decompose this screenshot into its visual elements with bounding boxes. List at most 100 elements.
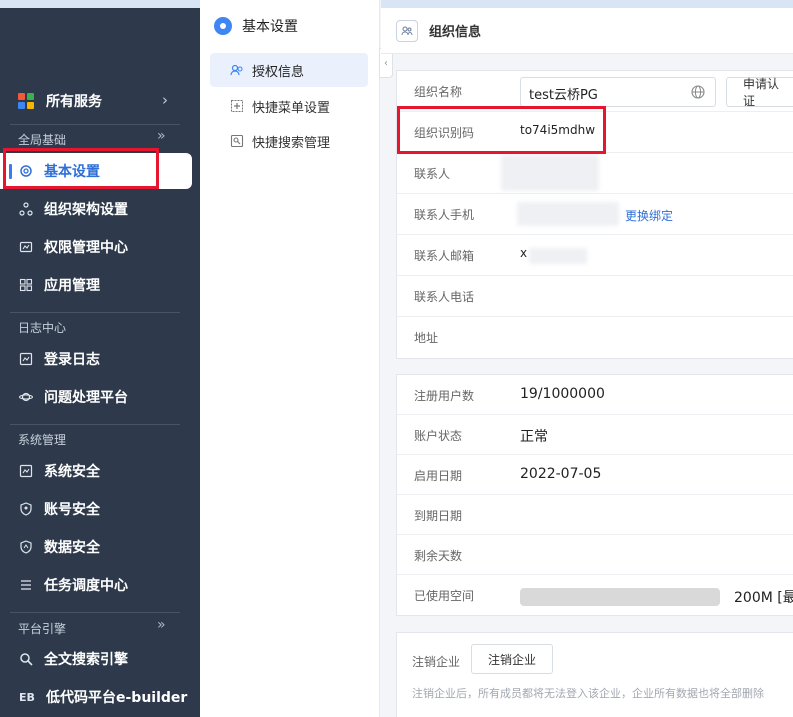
contact-row: 联系人	[397, 153, 793, 194]
contact-email-row: 联系人邮箱 x	[397, 235, 793, 276]
used-space-progress	[520, 588, 720, 606]
used-space-value: 200M [最	[734, 590, 793, 606]
account-status-row: 账户状态 正常	[397, 415, 793, 455]
address-label: 地址	[414, 331, 439, 345]
expire-date-label: 到期日期	[414, 509, 463, 523]
org-name-field[interactable]: test云桥PG	[520, 77, 716, 107]
sidebar-item-label: 组织架构设置	[44, 202, 128, 218]
sidebar-item-label: 系统安全	[44, 464, 100, 480]
cancel-org-card: 注销企业 注销企业 注销企业后，所有成员都将无法登入该企业，企业所有数据也将全部…	[396, 632, 793, 717]
account-status-label: 账户状态	[414, 429, 463, 443]
sidebar-item-permissions[interactable]: 权限管理中心	[0, 229, 192, 265]
sidebar-item-label: 账号安全	[44, 502, 100, 518]
divider	[10, 424, 180, 425]
cancel-org-note: 注销企业后，所有成员都将无法登入该企业，企业所有数据也将全部删除	[412, 687, 764, 700]
org-tree-icon	[18, 201, 34, 217]
chevron-right-icon: ›	[162, 91, 168, 109]
expire-date-row: 到期日期	[397, 495, 793, 535]
sidebar-item-account-security[interactable]: 账号安全	[0, 491, 192, 527]
divider	[10, 124, 180, 125]
highlight-box-org-code	[397, 106, 606, 154]
settings-subpanel: 基本设置 授权信息 快捷菜单设置 快捷搜索管理	[200, 0, 380, 717]
permission-icon	[18, 239, 34, 255]
apps-grid-icon	[18, 93, 34, 109]
content-top-strip	[381, 0, 793, 8]
shield-data-icon	[18, 539, 34, 555]
list-icon	[18, 577, 34, 593]
contact-tel-row: 联系人电话	[397, 276, 793, 317]
settings-icon	[214, 17, 232, 35]
globe-icon[interactable]	[691, 85, 705, 99]
highlight-box-basic-settings	[3, 148, 159, 189]
subpanel-item-label: 快捷菜单设置	[252, 100, 331, 116]
contact-phone-label: 联系人手机	[414, 208, 475, 222]
sidebar-item-app-management[interactable]: 应用管理	[0, 267, 192, 303]
divider	[10, 312, 180, 313]
search-box-icon	[230, 134, 244, 148]
org-info-icon	[396, 20, 418, 42]
subpanel-title: 基本设置	[242, 19, 298, 35]
used-space-row: 已使用空间 200M [最	[397, 575, 793, 616]
sidebar-item-label: 问题处理平台	[44, 390, 128, 406]
subpanel-item-label: 授权信息	[252, 64, 305, 80]
eb-icon: EB	[19, 690, 35, 704]
used-space-label: 已使用空间	[414, 589, 475, 603]
planet-icon	[18, 389, 34, 405]
contact-email-value: x	[520, 246, 528, 260]
sidebar-item-ebuilder[interactable]: EB 低代码平台e-builder	[0, 679, 192, 715]
contact-label: 联系人	[414, 167, 451, 181]
cancel-org-button[interactable]: 注销企业	[471, 644, 553, 674]
users-icon	[230, 63, 244, 77]
sidebar-item-label: 任务调度中心	[44, 578, 128, 594]
remaining-days-label: 剩余天数	[414, 549, 463, 563]
sidebar-item-system-security[interactable]: 系统安全	[0, 453, 192, 489]
main-sidebar: 所有服务 › 全局基础 » 基本设置 组织架构设置 权限管理中心 应用管理 日志…	[0, 0, 200, 717]
section-title-engines: 平台引擎	[18, 622, 67, 636]
section-title-logs: 日志中心	[18, 321, 67, 335]
sidebar-item-label: 登录日志	[44, 352, 100, 368]
content-header: 组织信息	[381, 8, 793, 54]
redacted-email	[529, 248, 587, 264]
sidebar-item-login-log[interactable]: 登录日志	[0, 341, 192, 377]
redacted-contact	[501, 155, 599, 191]
expand-section-icon[interactable]: »	[157, 617, 166, 633]
registered-users-value: 19/1000000	[520, 386, 605, 402]
app-grid-icon	[18, 277, 34, 293]
sidebar-item-data-security[interactable]: 数据安全	[0, 529, 192, 565]
chart-icon	[18, 351, 34, 367]
sidebar-item-task-scheduler[interactable]: 任务调度中心	[0, 567, 192, 603]
search-icon	[18, 651, 34, 667]
shield-user-icon	[18, 501, 34, 517]
sidebar-item-issue-platform[interactable]: 问题处理平台	[0, 379, 192, 415]
subpanel-item-label: 快捷搜索管理	[252, 135, 331, 151]
divider	[10, 612, 180, 613]
start-date-label: 启用日期	[414, 469, 463, 483]
monitor-icon	[18, 463, 34, 479]
sidebar-item-label: 全文搜索引擎	[44, 652, 128, 668]
contact-email-label: 联系人邮箱	[414, 249, 475, 263]
registered-users-label: 注册用户数	[414, 389, 475, 403]
page-title: 组织信息	[429, 25, 482, 40]
expand-section-icon[interactable]: »	[157, 128, 166, 144]
sidebar-item-label: 低代码平台e-builder	[46, 690, 188, 706]
sidebar-item-label: 数据安全	[44, 540, 100, 556]
section-title-global: 全局基础	[18, 133, 67, 147]
sidebar-item-org-structure[interactable]: 组织架构设置	[0, 191, 192, 227]
sidebar-item-fulltext-search[interactable]: 全文搜索引擎	[0, 641, 192, 677]
sidebar-top-strip	[0, 0, 200, 8]
subpanel-item-license-info[interactable]: 授权信息	[210, 53, 368, 87]
change-binding-link[interactable]: 更换绑定	[625, 207, 673, 224]
start-date-row: 启用日期 2022-07-05	[397, 455, 793, 495]
contact-phone-row: 联系人手机 更换绑定	[397, 194, 793, 235]
subpanel-item-quick-search[interactable]: 快捷搜索管理	[210, 124, 368, 158]
contact-tel-label: 联系人电话	[414, 290, 475, 304]
account-info-card: 注册用户数 19/1000000 账户状态 正常 启用日期 2022-07-05…	[396, 374, 793, 616]
all-services-label: 所有服务	[46, 94, 102, 110]
quick-menu-icon	[230, 99, 244, 113]
all-services-button[interactable]: 所有服务 ›	[18, 90, 178, 112]
section-title-system: 系统管理	[18, 433, 67, 447]
cancel-org-label: 注销企业	[412, 655, 461, 669]
remaining-days-row: 剩余天数	[397, 535, 793, 575]
apply-certification-button[interactable]: 申请认证	[726, 77, 793, 108]
subpanel-item-quick-menu[interactable]: 快捷菜单设置	[210, 89, 368, 123]
